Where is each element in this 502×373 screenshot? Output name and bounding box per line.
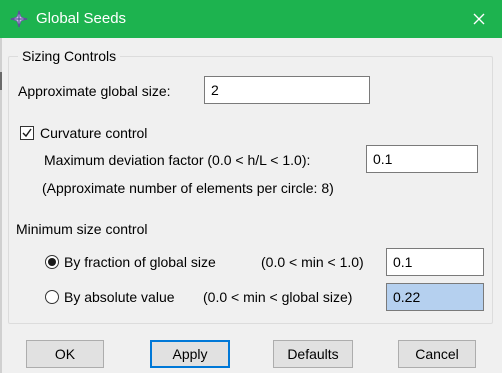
absolute-input[interactable]: 0.22 [386, 283, 484, 311]
radio-selected-dot [48, 258, 56, 266]
absolute-radio[interactable] [45, 290, 59, 304]
defaults-button[interactable]: Defaults [273, 340, 353, 368]
fraction-range-label: (0.0 < min < 1.0) [261, 254, 364, 270]
global-size-input[interactable]: 2 [204, 76, 370, 104]
minimum-size-label: Minimum size control [16, 221, 148, 237]
checkmark-icon [22, 128, 32, 138]
sizing-controls-title: Sizing Controls [18, 47, 121, 65]
curvature-checkbox[interactable] [20, 126, 34, 140]
title-bar: Global Seeds [0, 0, 502, 38]
absolute-range-label: (0.0 < min < global size) [203, 289, 353, 305]
fraction-radio[interactable] [45, 255, 59, 269]
deviation-factor-label: Maximum deviation factor (0.0 < h/L < 1.… [44, 152, 311, 168]
global-size-label: Approximate global size: [18, 83, 171, 99]
cancel-button[interactable]: Cancel [398, 340, 476, 368]
close-icon [473, 13, 485, 25]
elements-per-circle-note: (Approximate number of elements per circ… [42, 180, 334, 196]
fraction-input[interactable]: 0.1 [386, 248, 484, 276]
curvature-label: Curvature control [40, 125, 148, 141]
ok-button[interactable]: OK [26, 340, 104, 368]
deviation-factor-input[interactable]: 0.1 [366, 145, 478, 173]
close-button[interactable] [456, 0, 502, 38]
absolute-label: By absolute value [64, 289, 175, 305]
window-title: Global Seeds [36, 10, 127, 27]
fraction-label: By fraction of global size [64, 254, 216, 270]
apply-button[interactable]: Apply [150, 340, 230, 368]
window-resize-marker [0, 72, 2, 90]
abaqus-cross-icon [10, 10, 28, 28]
